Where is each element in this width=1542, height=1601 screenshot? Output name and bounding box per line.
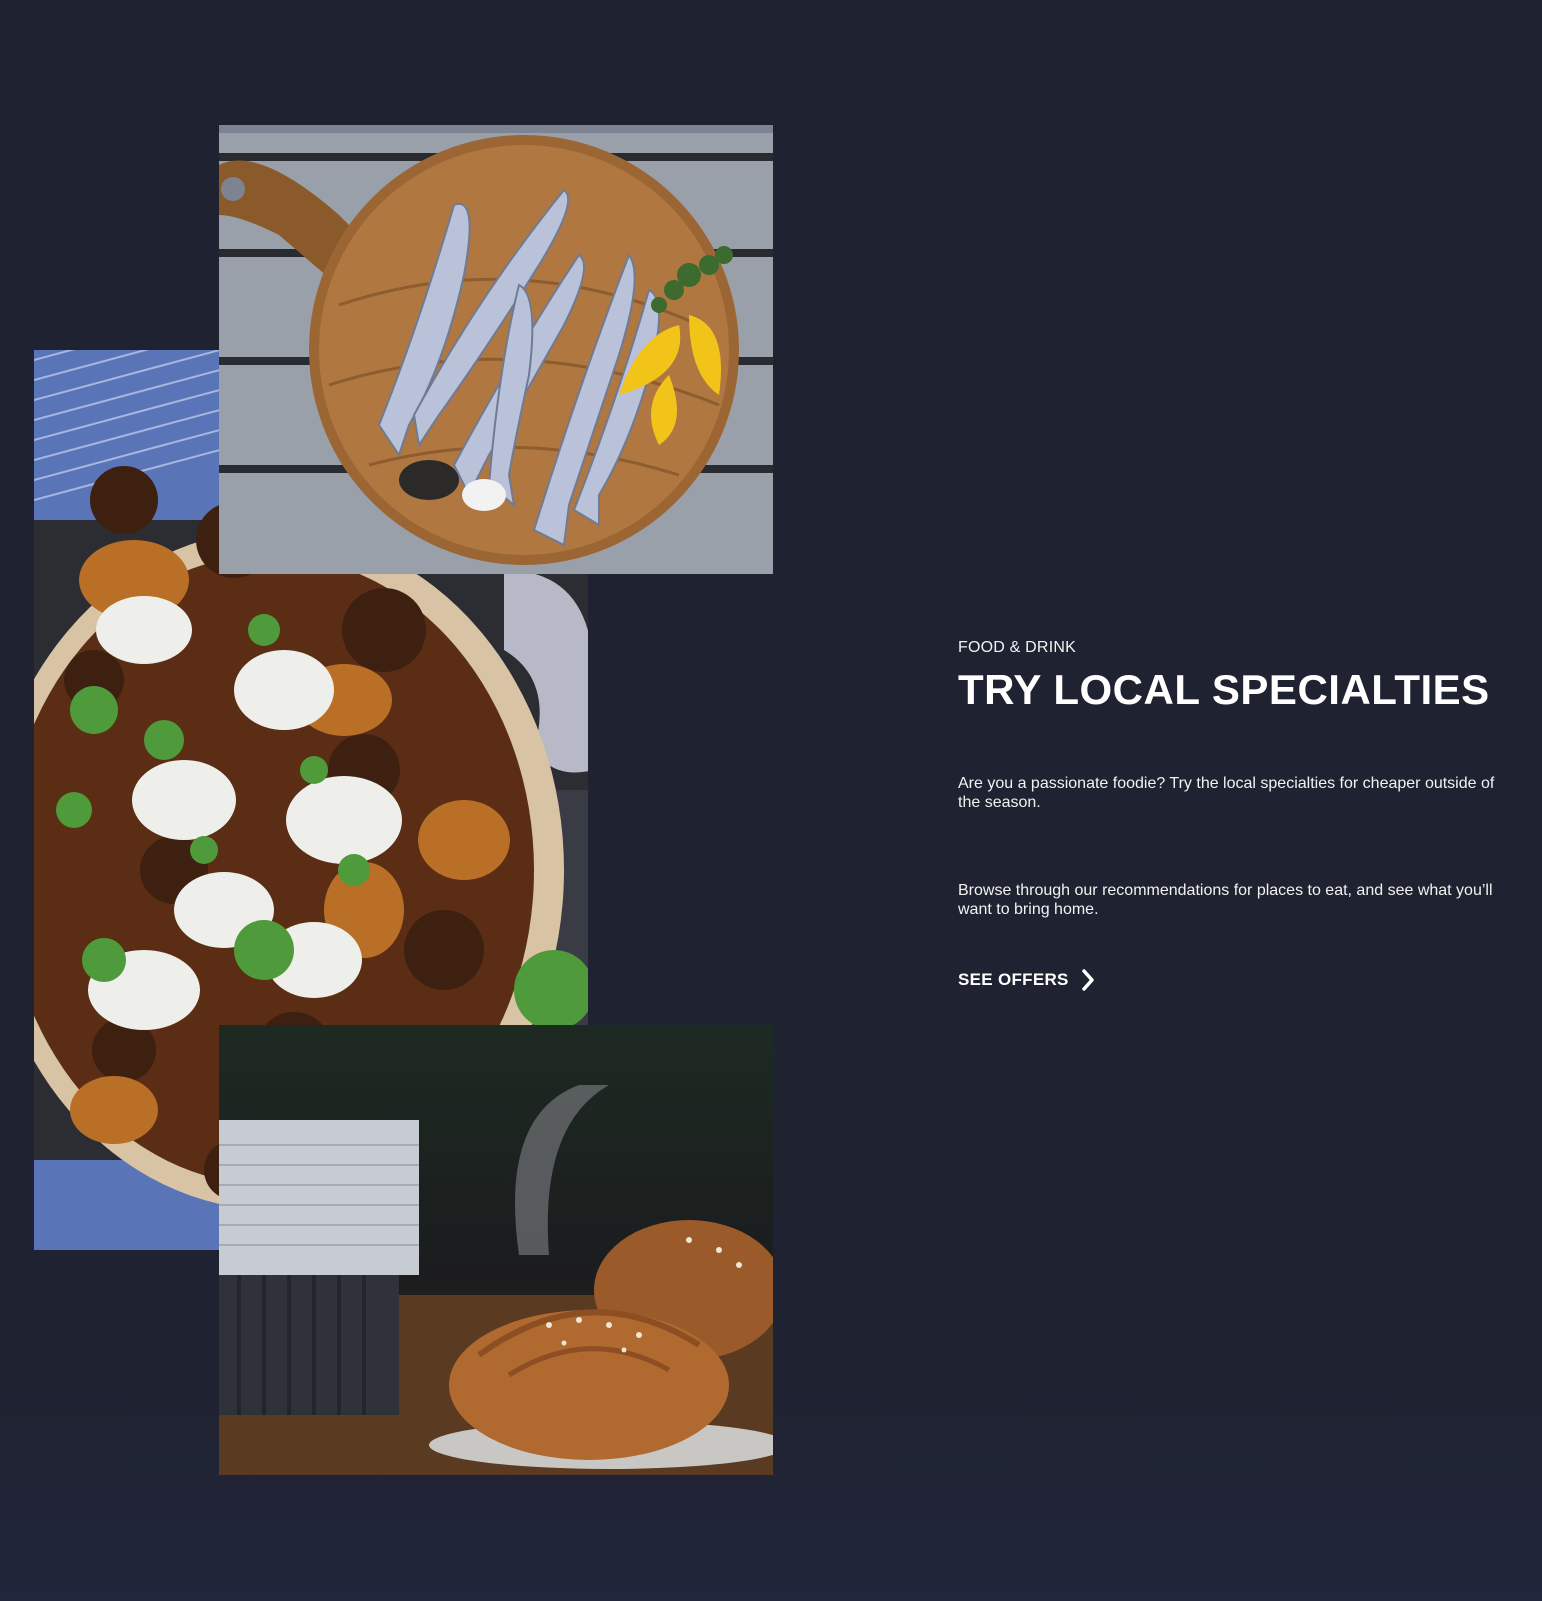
- intro-paragraph: Are you a passionate foodie? Try the loc…: [958, 775, 1495, 811]
- section-eyebrow: FOOD & DRINK: [958, 639, 1076, 656]
- coffee-and-cinnamon-bun-photo: [219, 1025, 773, 1475]
- browse-paragraph: Browse through our recommendations for p…: [958, 882, 1493, 918]
- content-block: FOOD & DRINK TRY LOCAL SPECIALTIES Are y…: [958, 638, 1518, 991]
- page-title: TRY LOCAL SPECIALTIES: [958, 666, 1490, 713]
- see-offers-link[interactable]: SEE OFFERS: [958, 969, 1095, 991]
- fish-on-board-photo: [219, 125, 773, 574]
- see-offers-label: SEE OFFERS: [958, 970, 1069, 989]
- chevron-right-icon: [1081, 969, 1094, 991]
